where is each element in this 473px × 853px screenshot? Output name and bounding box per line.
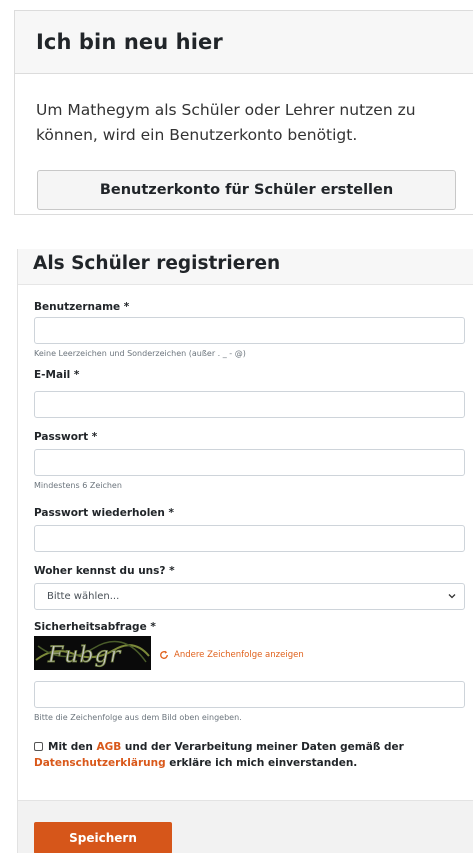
source-label: Woher kennst du uns? *: [34, 565, 175, 577]
password-repeat-input[interactable]: [34, 525, 465, 552]
agb-consent: Mit den AGB und der Verarbeitung meiner …: [34, 739, 454, 771]
captcha-help: Bitte die Zeichenfolge aus dem Bild oben…: [34, 713, 242, 722]
chevron-down-icon: [448, 594, 456, 599]
password-help: Mindestens 6 Zeichen: [34, 481, 122, 490]
new-user-text: Um Mathegym als Schüler oder Lehrer nutz…: [36, 101, 416, 144]
create-student-account-button[interactable]: Benutzerkonto für Schüler erstellen: [37, 170, 456, 210]
captcha-input[interactable]: [34, 681, 465, 708]
agb-link[interactable]: AGB: [97, 741, 122, 753]
student-register-card: Als Schüler registrieren Benutzername * …: [17, 249, 473, 853]
new-user-card: Ich bin neu hier Um Mathegym als Schüler…: [14, 10, 473, 215]
username-input[interactable]: [34, 317, 465, 344]
captcha-label: Sicherheitsabfrage *: [34, 621, 156, 633]
register-card-header: Als Schüler registrieren: [18, 249, 473, 285]
form-footer: Speichern: [18, 800, 473, 853]
new-user-title: Ich bin neu hier: [36, 30, 223, 54]
password-repeat-label: Passwort wiederholen *: [34, 507, 175, 519]
privacy-link[interactable]: Datenschutzerklärung: [34, 757, 166, 769]
agb-checkbox[interactable]: [34, 742, 43, 751]
password-label: Passwort *: [34, 431, 98, 443]
new-user-card-header: Ich bin neu hier: [15, 11, 473, 74]
username-label: Benutzername *: [34, 301, 130, 313]
new-user-card-body: Um Mathegym als Schüler oder Lehrer nutz…: [15, 74, 473, 148]
register-title: Als Schüler registrieren: [33, 253, 281, 274]
captcha-image-graphic: Fubgr: [34, 636, 151, 670]
captcha-refresh-link[interactable]: Andere Zeichenfolge anzeigen: [159, 650, 304, 660]
email-input[interactable]: [34, 391, 465, 418]
username-help: Keine Leerzeichen und Sonderzeichen (auß…: [34, 349, 246, 358]
captcha-refresh-label: Andere Zeichenfolge anzeigen: [174, 650, 304, 660]
source-select[interactable]: Bitte wählen...: [34, 583, 465, 610]
save-button[interactable]: Speichern: [34, 822, 172, 853]
agb-text-3: erkläre ich mich einverstanden.: [165, 757, 358, 769]
agb-text-1: Mit den: [48, 741, 97, 753]
refresh-icon: [160, 650, 168, 659]
source-select-value: Bitte wählen...: [47, 591, 120, 602]
email-label: E-Mail *: [34, 369, 80, 381]
agb-text-2: und der Verarbeitung meiner Daten gemäß …: [121, 741, 404, 753]
captcha-image: Fubgr: [34, 636, 151, 670]
password-input[interactable]: [34, 449, 465, 476]
captcha-image-text: Fubgr: [47, 643, 122, 668]
